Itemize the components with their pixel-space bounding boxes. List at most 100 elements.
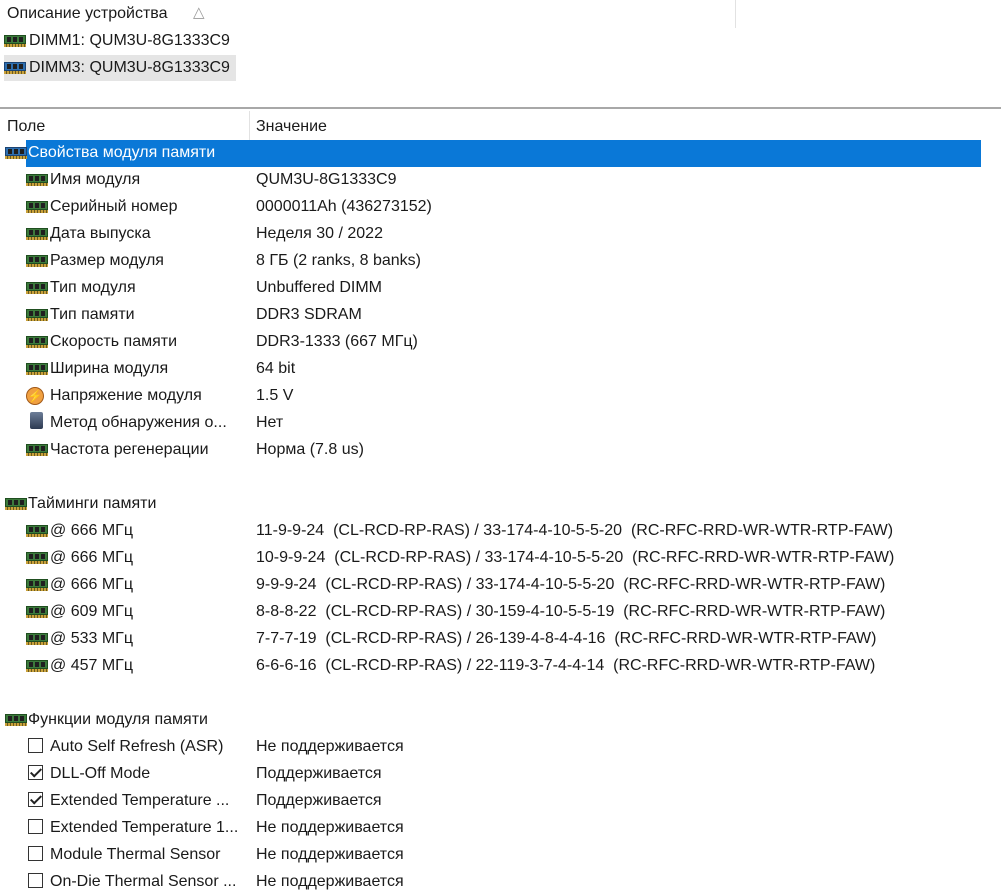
- property-row[interactable]: ⚡ Напряжение модуля 1.5 V: [0, 383, 981, 410]
- feature-row-extended-temp[interactable]: Extended Temperature ... Поддерживается: [0, 788, 981, 815]
- ram-module-icon: [26, 173, 48, 187]
- field-value: QUM3U-8G1333C9: [256, 171, 397, 188]
- timing-row[interactable]: @ 533 МГц 7-7-7-19 (CL-RCD-RP-RAS) / 26-…: [0, 626, 981, 653]
- ram-module-icon: [26, 308, 48, 322]
- column-divider[interactable]: [249, 111, 250, 140]
- ram-module-icon: [5, 497, 27, 511]
- property-row[interactable]: Размер модуля 8 ГБ (2 ranks, 8 banks): [0, 248, 981, 275]
- checkbox-unchecked-icon: [28, 873, 43, 893]
- field-value: 0000011Ah (436273152): [256, 198, 432, 215]
- property-row[interactable]: Тип памяти DDR3 SDRAM: [0, 302, 981, 329]
- field-label: Extended Temperature ...: [50, 792, 230, 809]
- device-item-dimm1[interactable]: DIMM1: QUM3U-8G1333C9: [4, 28, 236, 54]
- group-title: Свойства модуля памяти: [28, 144, 216, 161]
- device-item-label: DIMM3: QUM3U-8G1333C9: [29, 59, 230, 76]
- feature-row-asr[interactable]: Auto Self Refresh (ASR) Не поддерживаетс…: [0, 734, 981, 761]
- property-row[interactable]: Серийный номер 0000011Ah (436273152): [0, 194, 981, 221]
- group-memory-timings[interactable]: Тайминги памяти: [0, 491, 981, 518]
- ram-module-icon: [26, 362, 48, 376]
- property-row[interactable]: Ширина модуля 64 bit: [0, 356, 981, 383]
- feature-row-on-die-thermal-sensor[interactable]: On-Die Thermal Sensor ... Не поддерживае…: [0, 869, 981, 896]
- grid-header: Поле Значение: [0, 111, 981, 140]
- checkbox-checked-icon: [28, 792, 43, 812]
- field-label: Тип памяти: [50, 306, 135, 323]
- timing-row[interactable]: @ 666 МГц 9-9-9-24 (CL-RCD-RP-RAS) / 33-…: [0, 572, 981, 599]
- sort-ascending-icon: △: [193, 4, 205, 21]
- field-label: @ 609 МГц: [50, 603, 133, 620]
- field-label: Тип модуля: [50, 279, 136, 296]
- field-value: DDR3-1333 (667 МГц): [256, 333, 418, 350]
- timing-row[interactable]: @ 457 МГц 6-6-6-16 (CL-RCD-RP-RAS) / 22-…: [0, 653, 981, 680]
- ram-module-icon: [26, 227, 48, 241]
- field-label: Метод обнаружения о...: [50, 414, 227, 431]
- field-label: Ширина модуля: [50, 360, 169, 377]
- field-label: DLL-Off Mode: [50, 765, 151, 782]
- field-label: Extended Temperature 1...: [50, 819, 239, 836]
- ram-module-icon: [5, 146, 27, 160]
- ram-module-icon: [26, 632, 48, 646]
- field-label: @ 666 МГц: [50, 549, 133, 566]
- field-value: Норма (7.8 us): [256, 441, 364, 458]
- property-row[interactable]: Имя модуля QUM3U-8G1333C9: [0, 167, 981, 194]
- pane-splitter[interactable]: [0, 107, 1001, 109]
- field-label: Серийный номер: [50, 198, 178, 215]
- feature-row-module-thermal-sensor[interactable]: Module Thermal Sensor Не поддерживается: [0, 842, 981, 869]
- property-row[interactable]: Частота регенерации Норма (7.8 us): [0, 437, 981, 464]
- field-label: Module Thermal Sensor: [50, 846, 221, 863]
- field-value: DDR3 SDRAM: [256, 306, 362, 323]
- field-label: Размер модуля: [50, 252, 164, 269]
- field-value: 64 bit: [256, 360, 296, 377]
- device-item-label: DIMM1: QUM3U-8G1333C9: [29, 32, 230, 49]
- ram-module-icon: [26, 578, 48, 592]
- field-label: Скорость памяти: [50, 333, 178, 350]
- timing-row[interactable]: @ 666 МГц 11-9-9-24 (CL-RCD-RP-RAS) / 33…: [0, 518, 981, 545]
- checkbox-checked-icon: [28, 765, 43, 785]
- device-item-dimm3[interactable]: DIMM3: QUM3U-8G1333C9: [4, 55, 236, 81]
- checkbox-unchecked-icon: [28, 846, 43, 866]
- field-value: Не поддерживается: [256, 846, 404, 863]
- voltage-icon: ⚡: [26, 387, 44, 405]
- ram-module-icon: [26, 443, 48, 457]
- field-column-header[interactable]: Поле: [7, 118, 45, 136]
- field-value: 11-9-9-24 (CL-RCD-RP-RAS) / 33-174-4-10-…: [256, 522, 894, 539]
- group-title: Функции модуля памяти: [28, 711, 208, 728]
- field-value: Не поддерживается: [256, 738, 404, 755]
- device-list-pane: Описание устройства △ DIMM1: QUM3U-8G133…: [0, 0, 1001, 108]
- property-row[interactable]: Дата выпуска Неделя 30 / 2022: [0, 221, 981, 248]
- device-list-header[interactable]: Описание устройства △: [0, 0, 736, 28]
- field-value: 8 ГБ (2 ranks, 8 banks): [256, 252, 422, 269]
- ram-module-icon: [5, 713, 27, 727]
- device-description-column-header[interactable]: Описание устройства: [7, 5, 168, 23]
- ram-module-icon: [26, 524, 48, 538]
- field-value: Поддерживается: [256, 765, 382, 782]
- feature-row-extended-temp-1x[interactable]: Extended Temperature 1... Не поддерживае…: [0, 815, 981, 842]
- checkbox-unchecked-icon: [28, 819, 43, 839]
- group-title: Тайминги памяти: [28, 495, 157, 512]
- field-value: 10-9-9-24 (CL-RCD-RP-RAS) / 33-174-4-10-…: [256, 549, 895, 566]
- timing-row[interactable]: @ 609 МГц 8-8-8-22 (CL-RCD-RP-RAS) / 30-…: [0, 599, 981, 626]
- ram-module-icon: [26, 551, 48, 565]
- field-label: On-Die Thermal Sensor ...: [50, 873, 237, 890]
- value-column-header[interactable]: Значение: [256, 118, 327, 136]
- field-label: Дата выпуска: [50, 225, 151, 242]
- ram-module-icon: [26, 659, 48, 673]
- ram-module-icon: [26, 335, 48, 349]
- property-row[interactable]: Скорость памяти DDR3-1333 (667 МГц): [0, 329, 981, 356]
- column-divider[interactable]: [735, 0, 736, 28]
- property-row[interactable]: Тип модуля Unbuffered DIMM: [0, 275, 981, 302]
- field-label: Напряжение модуля: [50, 387, 202, 404]
- field-value: Не поддерживается: [256, 873, 404, 890]
- feature-row-dll-off[interactable]: DLL-Off Mode Поддерживается: [0, 761, 981, 788]
- checkbox-unchecked-icon: [28, 738, 43, 758]
- ram-module-icon: [4, 34, 26, 48]
- field-label: Частота регенерации: [50, 441, 209, 458]
- property-row[interactable]: Метод обнаружения о... Нет: [0, 410, 981, 437]
- group-memory-module-features[interactable]: Функции модуля памяти: [0, 707, 981, 734]
- group-memory-module-properties[interactable]: Свойства модуля памяти: [0, 140, 981, 167]
- field-value: Нет: [256, 414, 284, 431]
- timing-row[interactable]: @ 666 МГц 10-9-9-24 (CL-RCD-RP-RAS) / 33…: [0, 545, 981, 572]
- field-value: 1.5 V: [256, 387, 294, 404]
- ram-module-icon: [4, 61, 26, 75]
- ram-module-icon: [26, 605, 48, 619]
- field-label: @ 457 МГц: [50, 657, 133, 674]
